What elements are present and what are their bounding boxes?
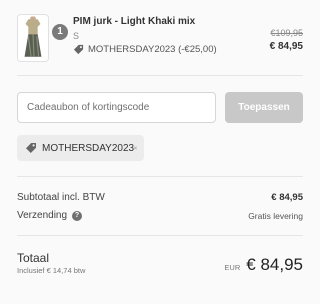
product-info: PIM jurk - Light Khaki mix S MOTHERSDAY2… [73, 16, 263, 55]
shipping-label: Verzending [17, 210, 68, 221]
subtotal-value: € 84,95 [271, 192, 303, 203]
original-price: €109,95 [270, 28, 303, 38]
help-icon[interactable]: ? [72, 210, 83, 221]
discounted-price: € 84,95 [269, 41, 303, 52]
close-icon[interactable] [134, 143, 137, 153]
tag-icon [26, 143, 36, 153]
subtotal-label: Subtotaal incl. BTW [17, 192, 105, 203]
quantity-badge: 1 [52, 24, 68, 40]
tax-note: Inclusief € 14,74 btw [17, 266, 86, 275]
total-amount-group: EUR € 84,95 [224, 255, 303, 275]
divider [17, 235, 303, 236]
product-discount: MOTHERSDAY2023 (-€25,00) [73, 44, 263, 55]
product-prices: €109,95 € 84,95 [270, 28, 303, 52]
shipping-label-group: Verzending ? [17, 210, 83, 221]
cart-line-item: 1 PIM jurk - Light Khaki mix S MOTHERSDA… [17, 14, 303, 64]
applied-discount-chip: MOTHERSDAY2023 [17, 135, 144, 161]
apply-discount-button[interactable]: Toepassen [225, 92, 303, 123]
total-amount: € 84,95 [246, 255, 303, 274]
product-discount-text: MOTHERSDAY2023 (-€25,00) [88, 44, 217, 55]
product-size: S [73, 31, 80, 41]
product-thumbnail [17, 14, 49, 62]
applied-discount-code: MOTHERSDAY2023 [42, 142, 135, 154]
product-name: PIM jurk - Light Khaki mix [73, 16, 196, 27]
total-label: Totaal [17, 251, 50, 265]
dress-photo-icon [18, 15, 48, 61]
divider [17, 75, 303, 76]
shipping-value: Gratis levering [248, 210, 303, 221]
discount-code-input[interactable] [17, 92, 216, 123]
subtotal-row: Subtotaal incl. BTW € 84,95 [17, 192, 303, 203]
divider [17, 176, 303, 177]
shipping-row: Verzending ? Gratis levering [17, 210, 303, 221]
tag-icon [73, 44, 84, 55]
currency-code: EUR [224, 263, 241, 272]
